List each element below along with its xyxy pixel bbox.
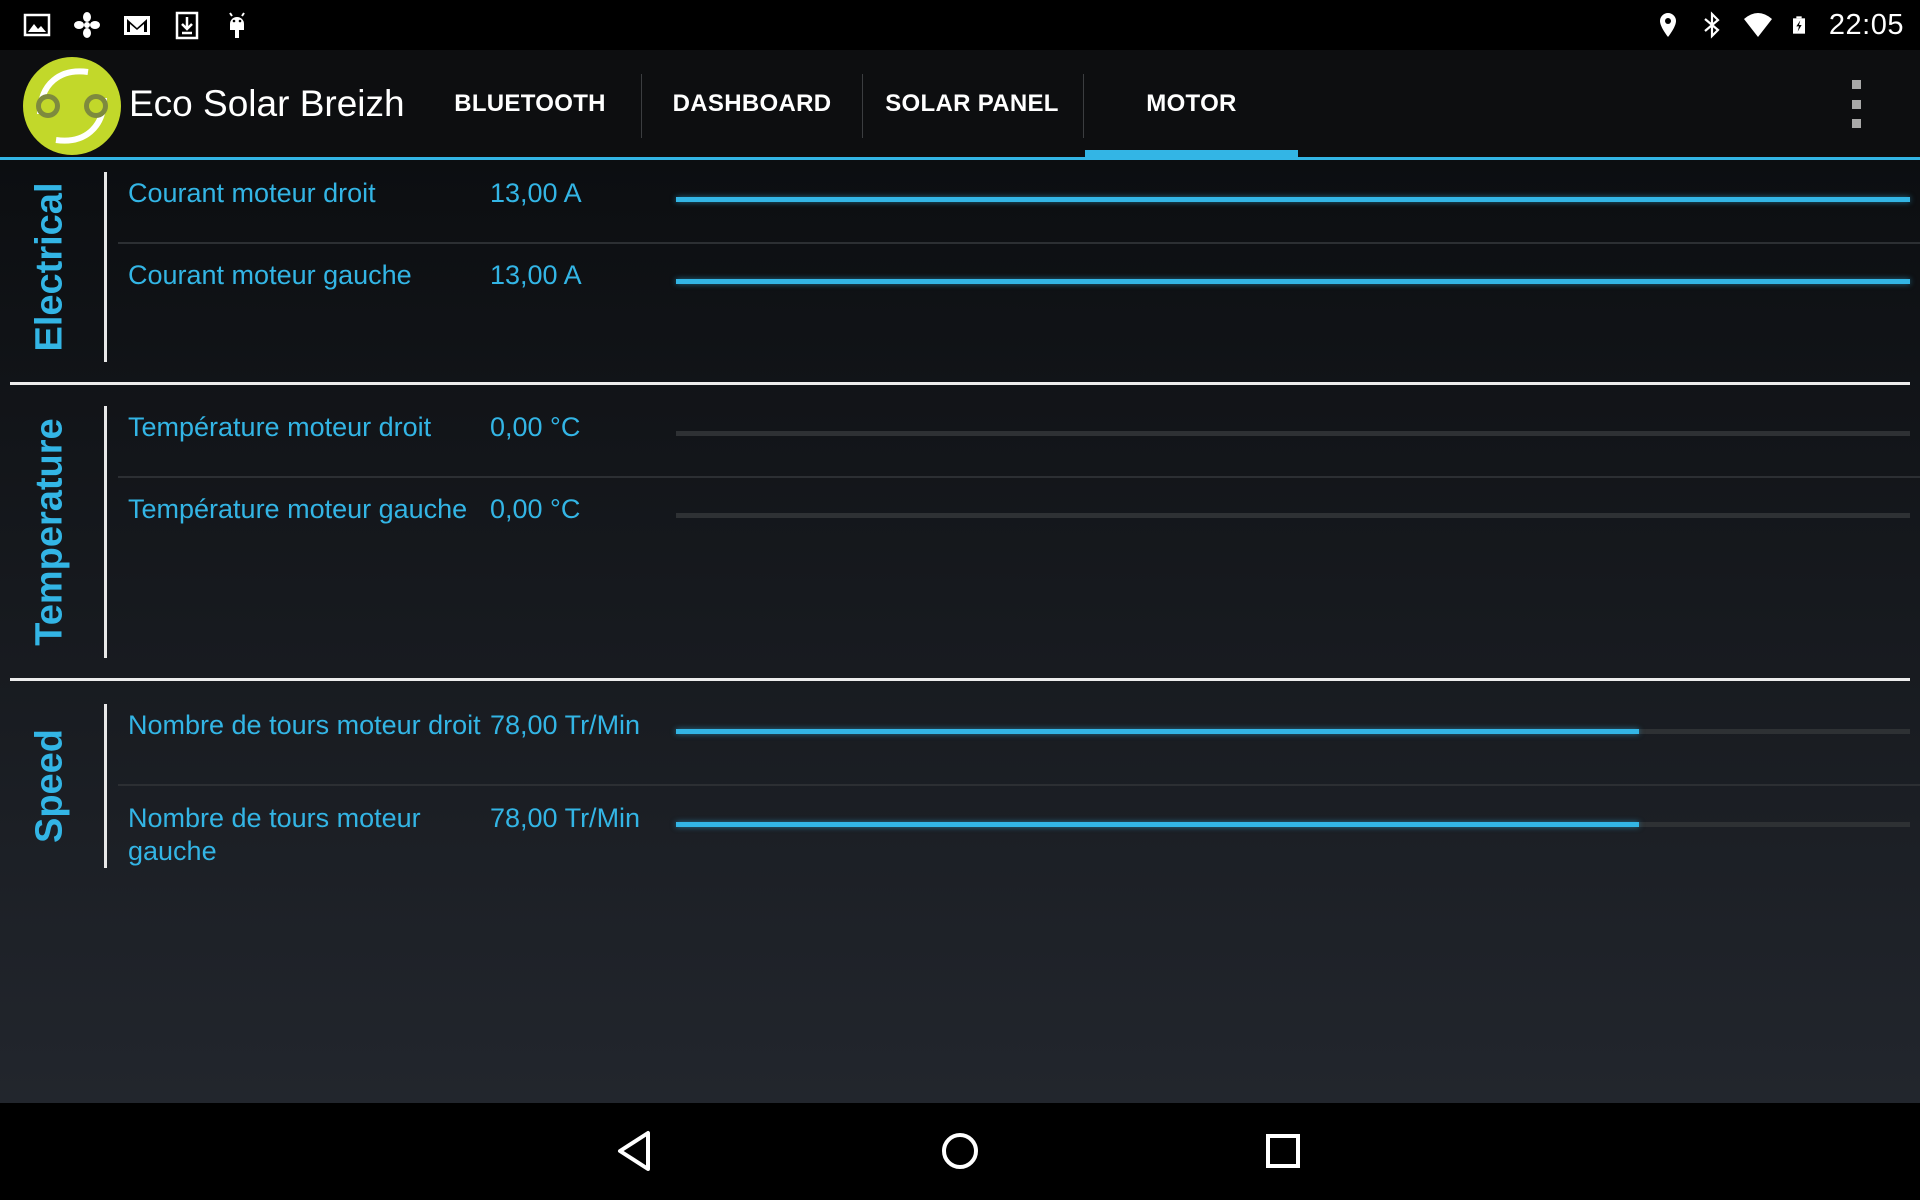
row-label: Courant moteur gauche — [128, 260, 412, 290]
gmail-icon — [124, 16, 150, 35]
section-label-electrical: Electrical — [28, 182, 71, 352]
image-icon — [23, 13, 51, 37]
section-divider — [10, 678, 1910, 681]
section-vertical-line — [104, 704, 107, 868]
home-icon[interactable] — [930, 1121, 990, 1181]
location-icon — [1659, 13, 1676, 37]
row-label: Nombre de tours moteur gauche — [128, 803, 421, 866]
navigation-bar — [0, 1103, 1920, 1200]
row-separator — [118, 242, 1920, 244]
progress-bar — [676, 513, 1910, 518]
row-label: Température moteur droit — [128, 412, 432, 442]
tab-solar-panel[interactable]: SOLAR PANEL — [872, 50, 1072, 157]
back-icon[interactable] — [606, 1121, 666, 1181]
tab-motor[interactable]: MOTOR — [1085, 50, 1298, 157]
progress-bar — [676, 729, 1910, 734]
motor-panel: Electrical Courant moteur droit 13,00 A … — [0, 160, 1920, 1103]
row-value: 78,00 Tr/Min — [490, 710, 641, 740]
eco-solar-breizh-logo[interactable] — [22, 56, 122, 156]
row-separator — [118, 784, 1920, 786]
section-temperature: Temperature Température moteur droit 0,0… — [0, 386, 1920, 682]
progress-fill — [676, 279, 1910, 284]
battery-charging-icon — [1792, 16, 1805, 34]
progress-fill — [676, 822, 1639, 827]
section-label-temperature: Temperature — [28, 418, 71, 646]
progress-bar — [676, 431, 1910, 436]
row-value: 0,00 °C — [490, 494, 581, 524]
section-vertical-line — [104, 406, 107, 658]
tab-dashboard[interactable]: DASHBOARD — [652, 50, 852, 157]
section-vertical-line — [104, 172, 107, 362]
progress-bar — [676, 197, 1910, 202]
section-label-wrap: Temperature — [0, 406, 100, 658]
system-icons: 22:05 — [1653, 4, 1904, 46]
progress-fill — [676, 729, 1639, 734]
fan-icon — [74, 12, 100, 38]
row-label: Nombre de tours moteur droit — [128, 710, 481, 740]
wifi-icon — [1743, 13, 1772, 37]
action-bar: Eco Solar Breizh BLUETOOTH DASHBOARD SOL… — [0, 50, 1920, 160]
overflow-menu-icon[interactable] — [1845, 80, 1867, 128]
section-label-wrap: Electrical — [0, 172, 100, 362]
row-label: Température moteur gauche — [128, 494, 468, 524]
section-speed: Speed Nombre de tours moteur droit 78,00… — [0, 682, 1920, 892]
status-bar: 22:05 — [0, 0, 1920, 50]
row-separator — [118, 476, 1920, 478]
tab-divider — [641, 74, 642, 138]
row-value: 13,00 A — [490, 260, 582, 290]
selected-tab-indicator — [1085, 150, 1298, 158]
section-label-wrap: Speed — [0, 704, 100, 868]
android-icon — [229, 12, 245, 38]
row-value: 0,00 °C — [490, 412, 581, 442]
recent-apps-icon[interactable] — [1253, 1121, 1313, 1181]
section-electrical: Electrical Courant moteur droit 13,00 A … — [0, 160, 1920, 386]
download-icon — [175, 11, 199, 40]
clock: 22:05 — [1828, 8, 1904, 41]
progress-bar — [676, 279, 1910, 284]
progress-bar — [676, 822, 1910, 827]
tab-divider — [1083, 74, 1084, 138]
row-value: 78,00 Tr/Min — [490, 803, 641, 833]
row-value: 13,00 A — [490, 178, 582, 208]
section-label-speed: Speed — [28, 728, 71, 844]
tab-divider — [862, 74, 863, 138]
app-title: Eco Solar Breizh — [129, 83, 405, 124]
bluetooth-icon — [1704, 11, 1720, 39]
tab-bluetooth[interactable]: BLUETOOTH — [430, 50, 630, 157]
row-label: Courant moteur droit — [128, 178, 376, 208]
progress-fill — [676, 197, 1910, 202]
section-divider — [10, 382, 1910, 385]
notification-icons — [22, 8, 252, 42]
